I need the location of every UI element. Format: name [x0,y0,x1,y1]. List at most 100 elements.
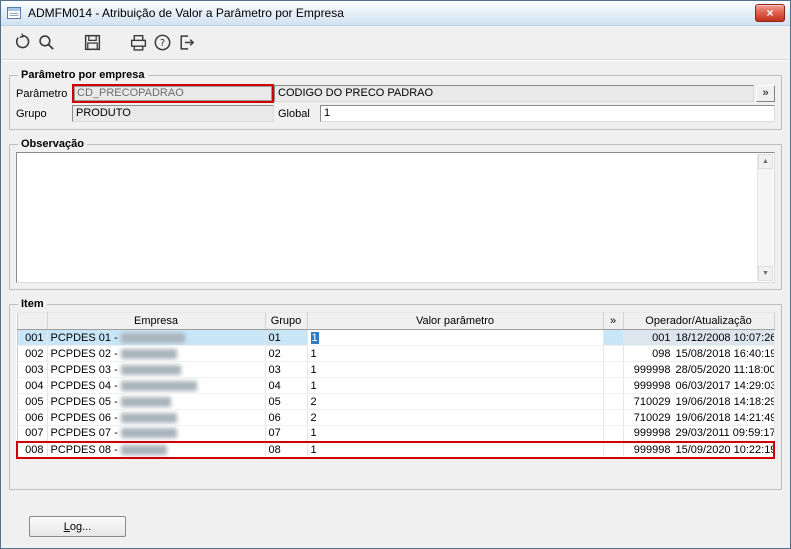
lookup-button[interactable]: » [756,85,775,102]
table-row[interactable]: 001 PCPDES 01 - 01 1 001 18/12/2008 10:07… [17,329,775,346]
redacted-company-name [120,396,171,407]
help-button[interactable]: ? [150,31,174,55]
redacted-company-name [120,332,185,343]
scroll-down-icon: ▼ [762,269,769,277]
row-num: 007 [17,425,48,442]
row-atualizacao: 15/09/2020 10:22:19 [675,443,774,456]
toolbar-separator [2,59,789,61]
search-button[interactable] [34,31,58,55]
save-button[interactable] [80,31,104,55]
row-grupo: 08 [265,440,308,459]
row-num: 003 [17,361,48,378]
param-groupbox: Parâmetro por empresa Parâmetro CD_PRECO… [9,69,782,130]
item-table: Empresa Grupo Valor parâmetro » Operador… [16,312,775,459]
global-label: Global [278,107,310,120]
print-icon [129,33,148,52]
table-row[interactable]: 002 PCPDES 02 - 02 1 098 15/08/2018 16:40… [17,345,775,362]
row-grupo: 07 [265,425,308,442]
row-operador: 710029 [633,411,671,424]
log-button[interactable]: Log... [29,516,126,537]
row-empresa-text: PCPDES 01 - [50,331,118,344]
row-empresa-text: PCPDES 02 - [50,347,118,360]
row-valor: 2 [310,395,317,408]
row-empresa-text: PCPDES 05 - [50,395,118,408]
row-valor: 2 [310,411,317,424]
row-operador: 999998 [633,363,671,376]
save-icon [83,33,102,52]
observacao-textarea[interactable]: ▲ ▼ [16,152,775,283]
print-button[interactable] [126,31,150,55]
row-empresa-text: PCPDES 03 - [50,363,118,376]
header-valor[interactable]: Valor parâmetro [307,312,604,330]
row-operador: 999998 [633,427,671,440]
row-empresa-text: PCPDES 07 - [50,427,118,440]
parametro-field[interactable]: CD_PRECOPADRAO [72,84,274,103]
scroll-up-button[interactable]: ▲ [758,154,773,169]
observacao-scrollbar[interactable]: ▲ ▼ [757,154,773,281]
redacted-company-name [120,412,177,423]
row-grupo: 03 [265,361,308,378]
exit-button[interactable] [174,31,198,55]
row-empresa-text: PCPDES 08 - [50,443,118,456]
observacao-text [20,154,755,281]
table-row[interactable]: 007 PCPDES 07 - 07 1 999998 29/03/2011 09… [17,425,775,442]
redacted-company-name [120,428,177,439]
parametro-label: Parâmetro [16,87,68,100]
undo-button[interactable] [10,31,34,55]
observacao-groupbox-title: Observação [21,138,84,150]
row-empresa-text: PCPDES 04 - [50,379,118,392]
row-atualizacao: 29/03/2011 09:59:17 [675,427,774,440]
row-atualizacao: 18/12/2008 10:07:26 [675,331,774,344]
parametro-description-field[interactable]: CODIGO DO PRECO PADRAO [274,85,754,102]
table-row[interactable]: 006 PCPDES 06 - 06 2 710029 19/06/2018 14… [17,409,775,426]
param-groupbox-title: Parâmetro por empresa [21,69,145,81]
row-grupo: 06 [265,409,308,426]
row-grupo: 04 [265,377,308,394]
toolbar: ? [1,26,790,59]
table-row[interactable]: 008 PCPDES 08 - 08 1 999998 15/09/2020 10… [16,440,775,459]
redacted-company-name [120,444,167,455]
row-num: 006 [17,409,48,426]
header-operador[interactable]: Operador/Atualização [623,312,775,330]
item-groupbox-title: Item [21,298,44,310]
row-operador: 098 [652,347,671,360]
redacted-company-name [120,364,181,375]
row-valor: 1 [310,347,317,360]
row-grupo: 02 [265,345,308,362]
param-row: Parâmetro CD_PRECOPADRAO CODIGO DO PRECO… [16,84,775,103]
table-row[interactable]: 004 PCPDES 04 - 04 1 999998 06/03/2017 14… [17,377,775,394]
search-icon [37,33,56,52]
row-atualizacao: 15/08/2018 16:40:19 [675,347,774,360]
row-num: 001 [17,329,48,346]
row-num: 004 [17,377,48,394]
row-num: 005 [17,393,48,410]
row-atualizacao: 06/03/2017 14:29:03 [675,379,774,392]
table-header-row: Empresa Grupo Valor parâmetro » Operador… [17,312,775,330]
redacted-company-name [120,348,177,359]
row-atualizacao: 19/06/2018 14:18:29 [675,395,774,408]
table-row[interactable]: 003 PCPDES 03 - 03 1 999998 28/05/2020 11… [17,361,775,378]
grupo-field[interactable]: PRODUTO [72,105,274,122]
global-field[interactable]: 1 [320,105,775,122]
application-window: ADMFM014 - Atribuição de Valor a Parâmet… [0,0,791,549]
svg-text:?: ? [159,38,164,49]
row-operador: 001 [652,331,671,344]
row-valor: 1 [310,363,317,376]
row-atualizacao: 19/06/2018 14:21:49 [675,411,774,424]
table-row[interactable]: 005 PCPDES 05 - 05 2 710029 19/06/2018 14… [17,393,775,410]
scroll-down-button[interactable]: ▼ [758,266,773,281]
item-groupbox: Item Empresa Grupo Valor parâmetro » Ope… [9,298,782,490]
row-valor: 1 [310,443,317,456]
header-grupo[interactable]: Grupo [265,312,308,330]
row-valor: 1 [310,331,319,344]
close-button[interactable]: × [755,4,785,22]
row-grupo: 01 [265,329,308,346]
header-expand-button[interactable]: » [603,312,624,330]
close-icon: × [766,5,774,20]
row-operador: 999998 [633,443,671,456]
row-operador: 999998 [633,379,671,392]
header-empresa[interactable]: Empresa [47,312,266,330]
title-bar[interactable]: ADMFM014 - Atribuição de Valor a Parâmet… [1,1,790,26]
observacao-groupbox: Observação ▲ ▼ [9,138,782,290]
grupo-label: Grupo [16,107,47,120]
